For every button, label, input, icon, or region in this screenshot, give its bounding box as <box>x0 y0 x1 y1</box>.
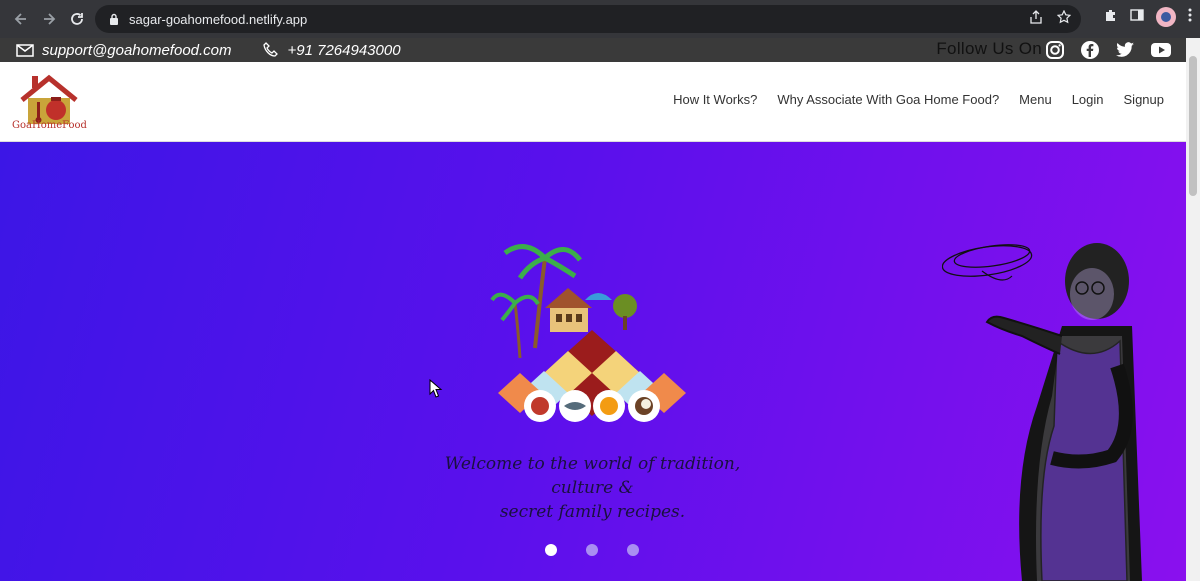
mail-icon <box>16 43 34 57</box>
phone-icon <box>262 42 278 57</box>
logo-text: GoaHomeFood <box>12 120 87 131</box>
contact-bar: support@goahomefood.com +91 7264943000 F… <box>0 38 1186 62</box>
phone-contact[interactable]: +91 7264943000 <box>262 41 401 59</box>
extensions-icon[interactable] <box>1104 8 1118 27</box>
nav-why-associate[interactable]: Why Associate With Goa Home Food? <box>777 92 999 107</box>
nav-login[interactable]: Login <box>1072 92 1104 107</box>
nav-how-it-works[interactable]: How It Works? <box>673 92 757 107</box>
reload-icon[interactable] <box>66 8 88 30</box>
email-contact[interactable]: support@goahomefood.com <box>16 42 232 59</box>
nav-signup[interactable]: Signup <box>1124 92 1164 107</box>
tagline-line-2: culture & <box>551 478 634 498</box>
forward-icon[interactable] <box>38 8 60 30</box>
main-nav: How It Works? Why Associate With Goa Hom… <box>673 92 1164 107</box>
phone-text: +91 7264943000 <box>287 41 401 59</box>
lock-icon <box>107 12 121 26</box>
goa-food-illustration <box>490 244 686 422</box>
hero-banner: Welcome to the world of tradition, cultu… <box>0 142 1186 581</box>
house-pot-logo-icon <box>20 74 78 124</box>
page-viewport: support@goahomefood.com +91 7264943000 F… <box>0 38 1186 581</box>
carousel-dot-1[interactable] <box>545 544 557 556</box>
back-icon[interactable] <box>10 8 32 30</box>
email-text: support@goahomefood.com <box>42 41 232 59</box>
scrollbar-thumb[interactable] <box>1189 56 1197 196</box>
tagline-line-3: secret family recipes. <box>499 502 686 522</box>
address-bar[interactable]: sagar-goahomefood.netlify.app <box>95 5 1081 33</box>
kebab-menu-icon[interactable] <box>1188 8 1192 27</box>
grandmother-illustration <box>942 243 1142 581</box>
follow-us-label: Follow Us On <box>936 39 1042 58</box>
hero-tagline: Welcome to the world of tradition, cultu… <box>400 452 785 524</box>
share-icon[interactable] <box>1029 9 1043 29</box>
carousel-dot-3[interactable] <box>627 544 639 556</box>
twitter-icon[interactable] <box>1115 41 1135 64</box>
nav-menu[interactable]: Menu <box>1019 92 1052 107</box>
bookmark-star-icon[interactable] <box>1056 9 1072 29</box>
youtube-icon[interactable] <box>1150 42 1172 63</box>
page-scrollbar[interactable] <box>1186 38 1200 581</box>
site-header: GoaHomeFood How It Works? Why Associate … <box>0 62 1186 142</box>
carousel-dot-2[interactable] <box>586 544 598 556</box>
mouse-cursor-icon <box>429 379 443 398</box>
side-panel-icon[interactable] <box>1130 8 1144 27</box>
tagline-line-1: Welcome to the world of tradition, <box>444 454 741 474</box>
profile-avatar[interactable] <box>1156 7 1176 27</box>
url-text: sagar-goahomefood.netlify.app <box>129 11 308 27</box>
browser-toolbar: sagar-goahomefood.netlify.app <box>0 0 1200 38</box>
carousel-indicators <box>545 544 639 556</box>
